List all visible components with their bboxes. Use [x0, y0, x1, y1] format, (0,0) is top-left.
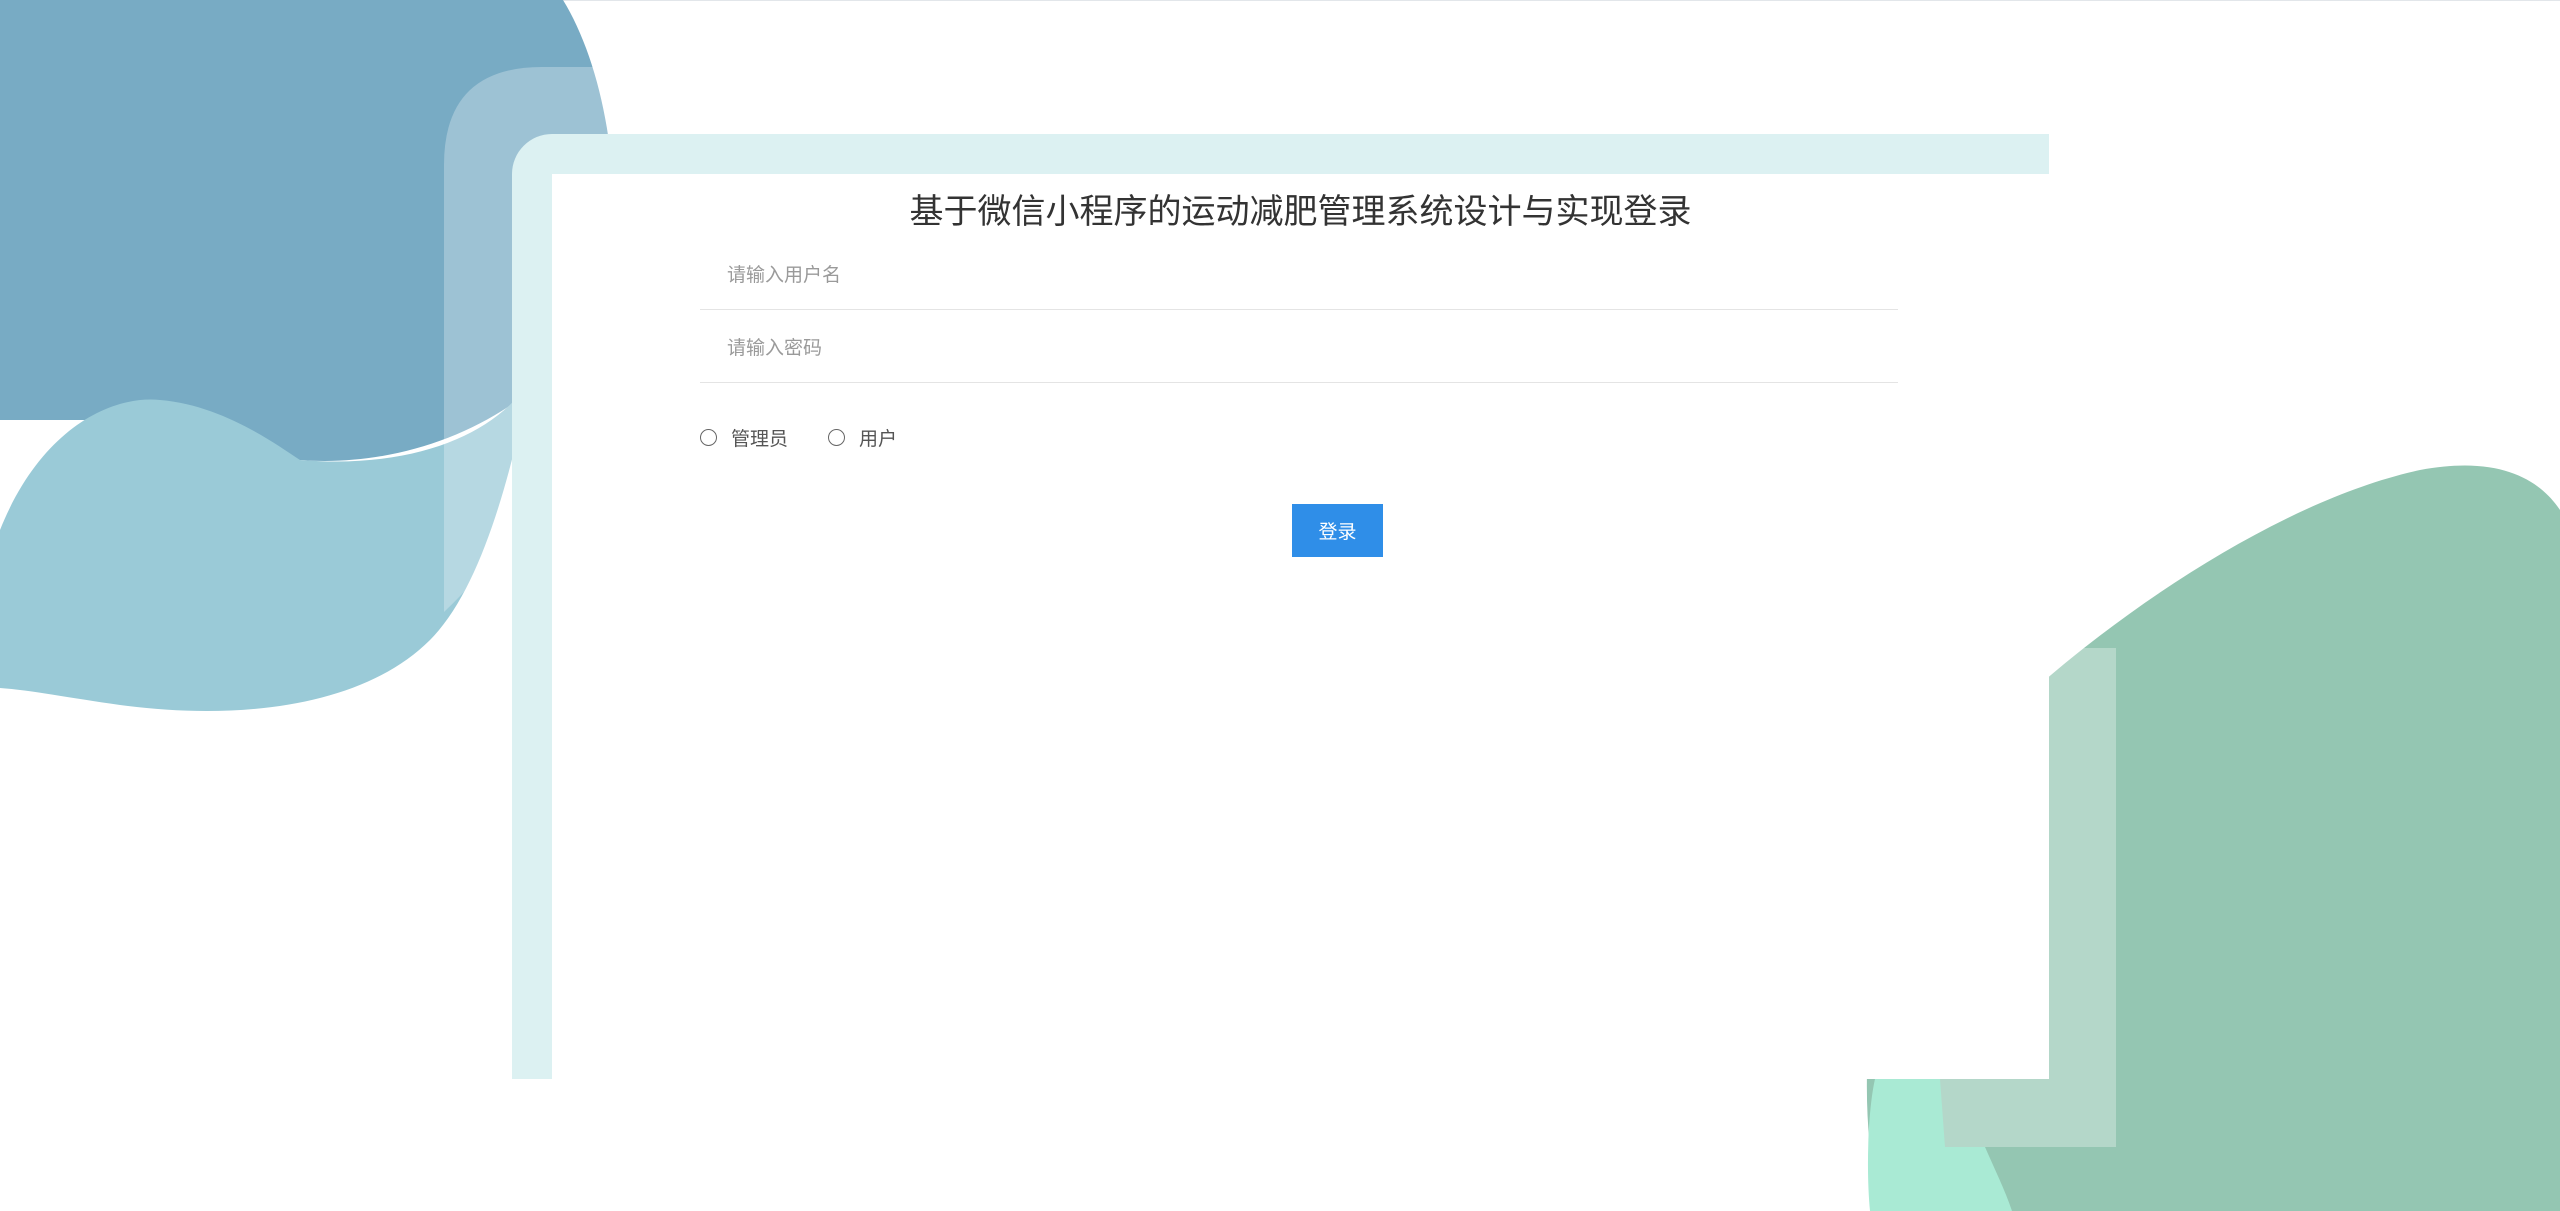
login-button[interactable]: 登录 [1292, 504, 1383, 557]
radio-circle-icon[interactable] [828, 428, 846, 446]
role-radio-group: 管理员 用户 [700, 424, 937, 450]
password-input[interactable] [700, 313, 1898, 382]
role-label-admin: 管理员 [731, 427, 789, 450]
login-panel: 基于微信小程序的运动减肥管理系统设计与实现登录 管理员 用户 登录 [552, 174, 2049, 1079]
role-option-admin[interactable]: 管理员 [700, 424, 788, 451]
username-field-wrapper [700, 240, 1898, 310]
role-label-user: 用户 [859, 427, 898, 450]
page-title: 基于微信小程序的运动减肥管理系统设计与实现登录 [909, 192, 1692, 232]
username-input[interactable] [700, 240, 1898, 309]
password-field-wrapper [700, 313, 1898, 383]
role-option-user[interactable]: 用户 [828, 424, 897, 451]
radio-circle-icon[interactable] [700, 428, 717, 446]
